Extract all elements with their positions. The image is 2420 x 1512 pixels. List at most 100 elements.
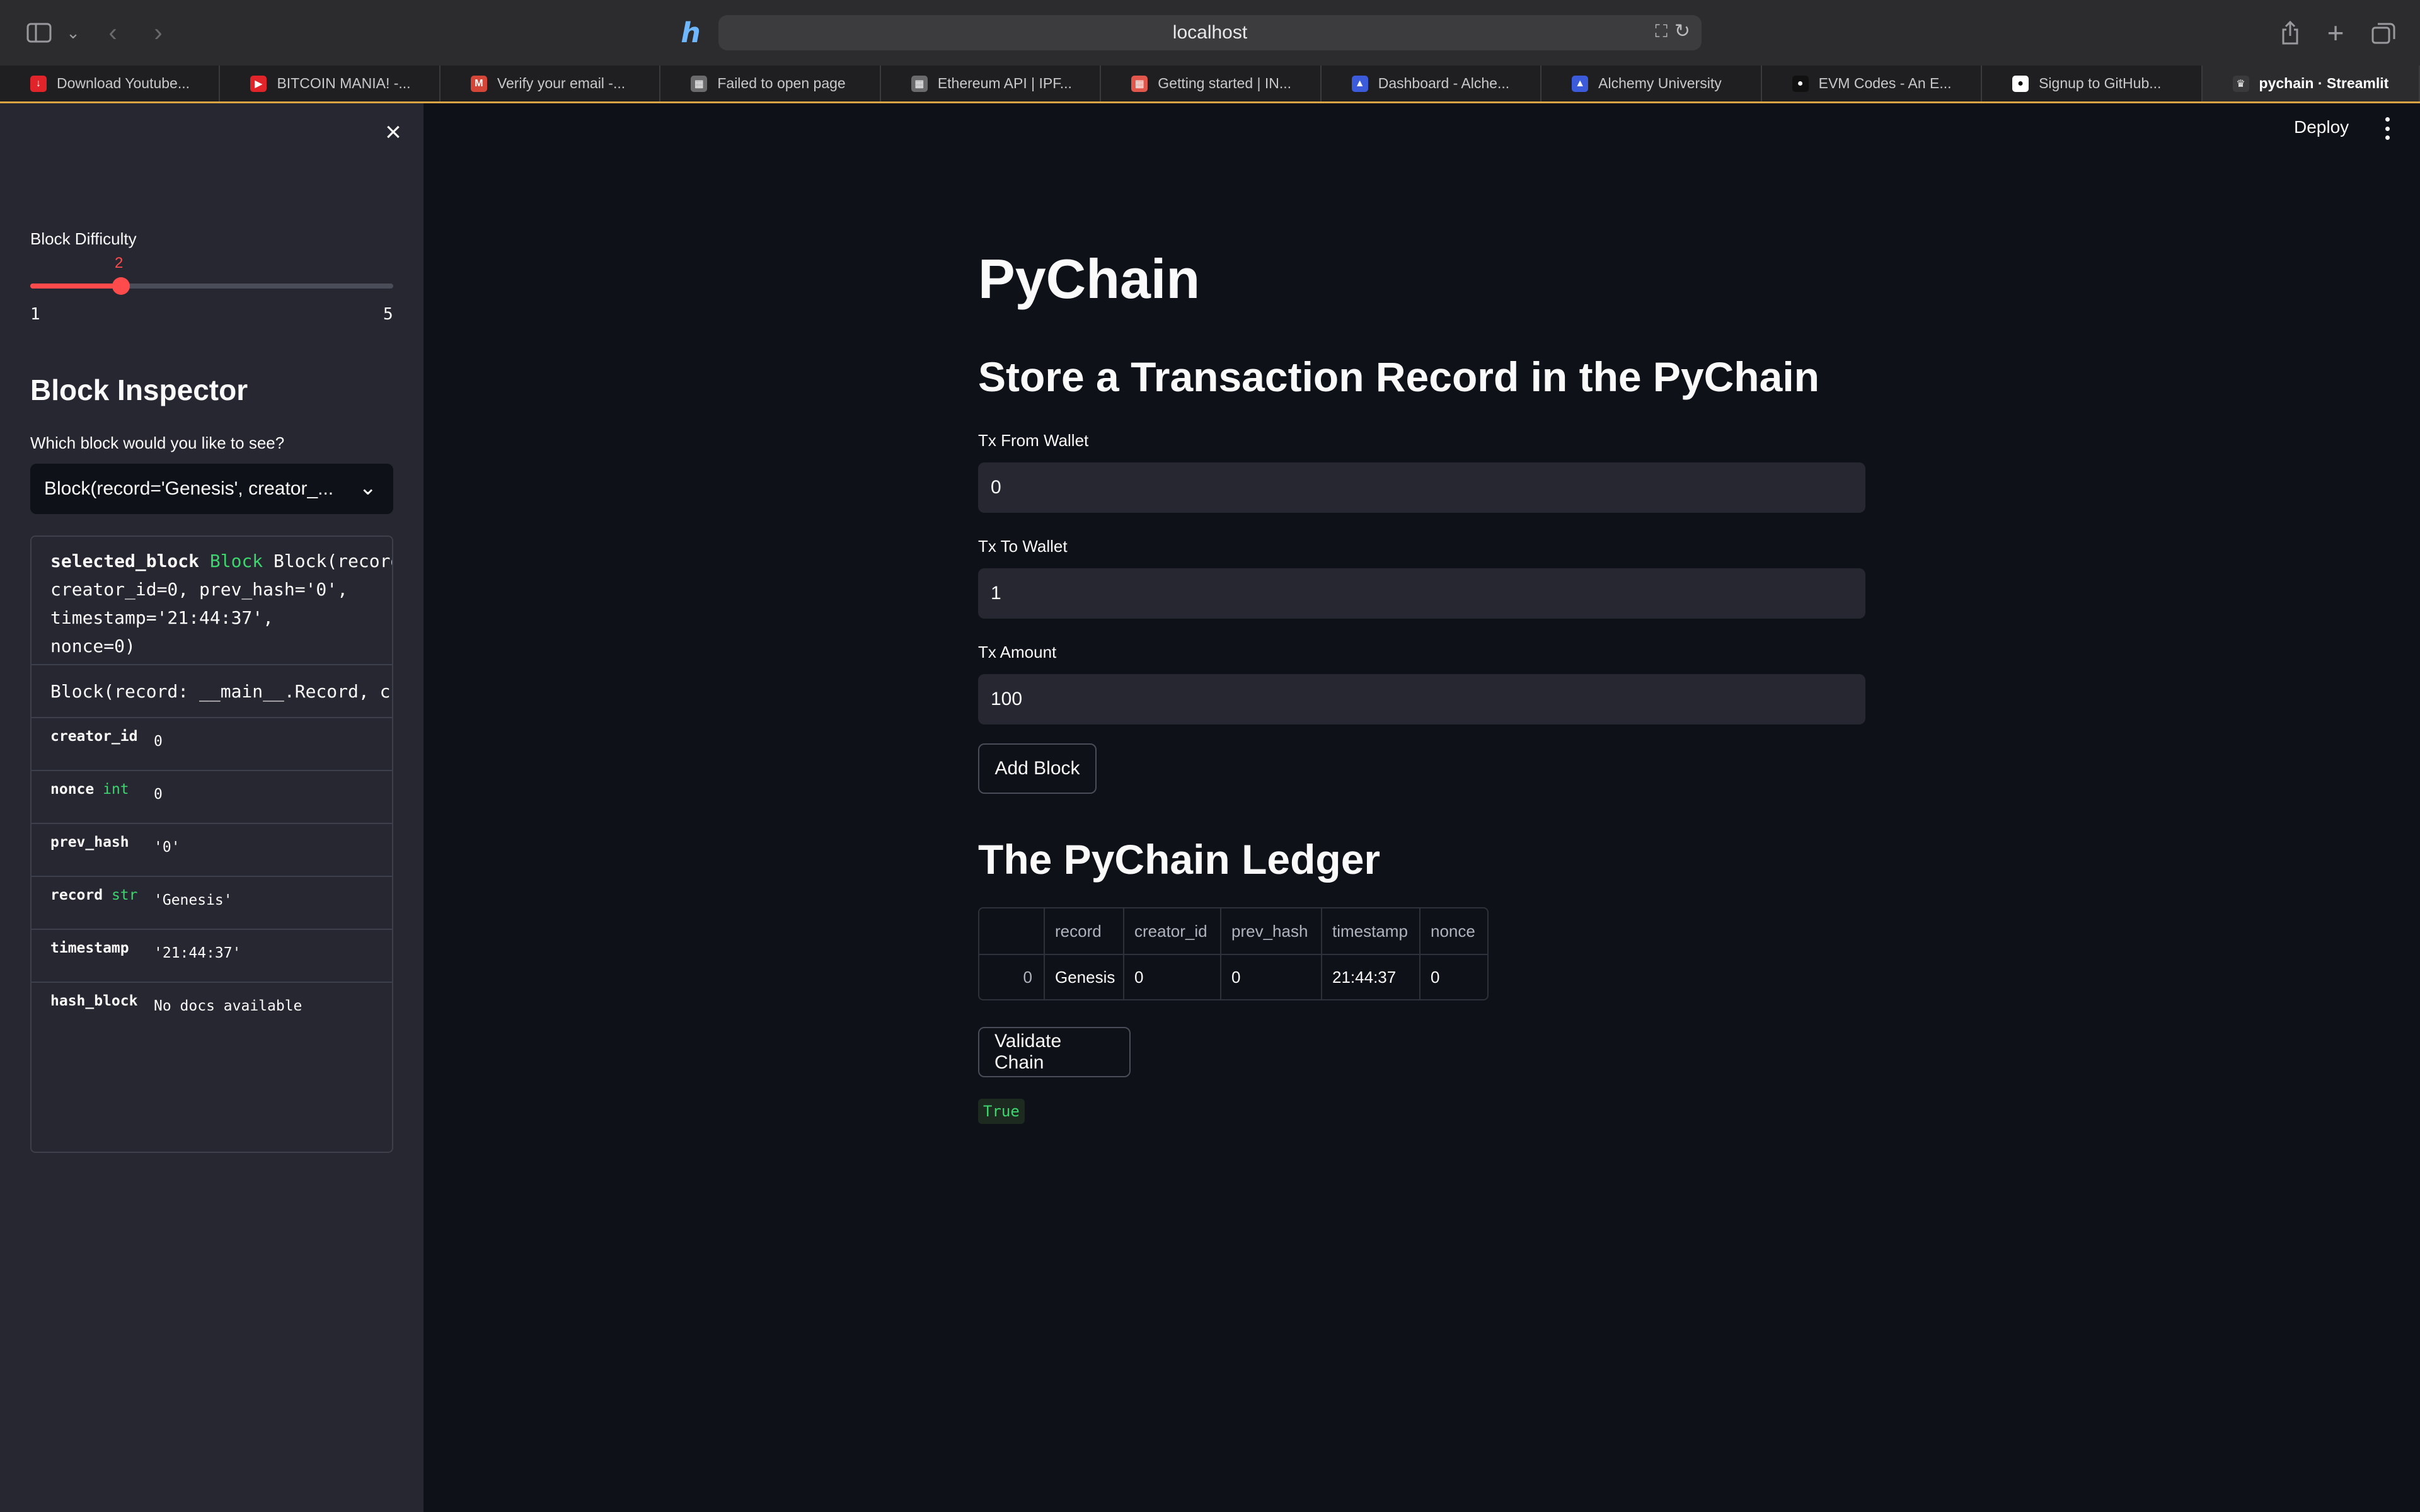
tab-title: Download Youtube... [57, 75, 190, 91]
tab-title: Alchemy University [1598, 75, 1722, 91]
validate-chain-button[interactable]: Validate Chain [978, 1027, 1131, 1077]
attribute-row: creator_id 0 [32, 718, 392, 771]
table-header-row: record creator_id prev_hash timestamp nonce [979, 908, 1487, 954]
browser-tab[interactable]: M Verify your email -... [441, 66, 661, 101]
tab-title: Getting started | IN... [1158, 75, 1292, 91]
browser-tab[interactable]: ● Signup to GitHub... [1982, 66, 2203, 101]
attribute-row: record str 'Genesis' [32, 877, 392, 930]
browser-tab[interactable]: ▲ Alchemy University [1541, 66, 1762, 101]
browser-toolbar: ⌄ ‹ › ℎ localhost ⛶ ↻ + [0, 0, 2420, 66]
table-cell: Genesis [1045, 955, 1124, 999]
attribute-row: nonce int 0 [32, 771, 392, 824]
attribute-row: prev_hash '0' [32, 824, 392, 877]
favicon-icon: ♛ [2232, 76, 2249, 92]
attribute-key: creator_id [32, 718, 141, 770]
back-icon[interactable]: ‹ [103, 18, 122, 48]
ledger-table: record creator_id prev_hash timestamp nonce 0… [978, 907, 1489, 1000]
attribute-value: No docs available [154, 998, 302, 1014]
to-wallet-input[interactable]: 1 [978, 568, 1865, 619]
tab-bar: ↓ Download Youtube... ▶ BITCOIN MANIA! -...… [0, 66, 2420, 103]
table-cell: 0 [1221, 955, 1322, 999]
extension-icon[interactable]: ℎ [676, 18, 706, 49]
attribute-key: record str [32, 877, 141, 929]
sidebar-toggle-icon[interactable] [25, 18, 53, 48]
deploy-button[interactable]: Deploy [2294, 117, 2349, 137]
forward-icon[interactable]: › [149, 18, 168, 48]
reload-icon[interactable]: ↻ [1674, 20, 1690, 42]
ledger-heading: The PyChain Ledger [978, 836, 1381, 883]
sidebar: × Block Difficulty 2 1 5 Block Inspector… [0, 103, 424, 1512]
favicon-icon: ● [1792, 76, 1809, 92]
tab-title: Dashboard - Alche... [1378, 75, 1510, 91]
column-header[interactable]: nonce [1420, 908, 1487, 954]
slider-max: 5 [383, 305, 393, 324]
browser-tab[interactable]: ▦ Getting started | IN... [1101, 66, 1322, 101]
attribute-name: record [50, 887, 103, 903]
favicon-icon: M [470, 76, 487, 92]
tab-title: Ethereum API | IPF... [937, 75, 1072, 91]
share-icon[interactable] [2278, 18, 2303, 48]
attribute-name: prev_hash [50, 834, 129, 850]
attribute-list: creator_id 0 nonce int 0 prev_hash '0' record … [32, 718, 392, 1036]
browser-tab[interactable]: ♛ pychain · Streamlit [2202, 66, 2420, 101]
column-header[interactable]: prev_hash [1221, 908, 1322, 954]
attribute-value: '21:44:37' [154, 945, 241, 961]
translate-icon[interactable]: ⛶ [1655, 21, 1668, 42]
url-text: localhost [1172, 22, 1248, 43]
column-header[interactable]: creator_id [1124, 908, 1221, 954]
attribute-key: nonce int [32, 771, 141, 823]
tab-overview-icon[interactable] [2370, 18, 2397, 48]
sig-line: creator_id=0, prev_hash='0', [50, 579, 349, 600]
favicon-icon: ▦ [691, 76, 708, 92]
browser-tab[interactable]: ▶ BITCOIN MANIA! -... [220, 66, 441, 101]
sig-name: selected_block [50, 551, 200, 571]
difficulty-label: Block Difficulty [30, 229, 137, 248]
slider-thumb[interactable] [112, 277, 130, 295]
favicon-icon: ↓ [30, 76, 47, 92]
main-menu-icon[interactable] [2383, 117, 2391, 140]
tab-title: Verify your email -... [497, 75, 626, 91]
tab-title: EVM Codes - An E... [1818, 75, 1952, 91]
favicon-icon: ● [2012, 76, 2029, 92]
attribute-value: 0 [154, 733, 163, 750]
column-header[interactable] [979, 908, 1045, 954]
column-header[interactable]: timestamp [1322, 908, 1420, 954]
store-heading: Store a Transaction Record in the PyChai… [978, 353, 1819, 400]
favicon-icon: ▲ [1351, 76, 1368, 92]
add-block-button[interactable]: Add Block [978, 743, 1097, 794]
attribute-key: hash_block [32, 983, 141, 1036]
attribute-key: prev_hash [32, 824, 141, 876]
sig-rest: Block(record [274, 551, 392, 571]
block-select[interactable]: Block(record='Genesis', creator_... ⌄ [30, 464, 393, 514]
slider-value: 2 [115, 255, 124, 272]
column-header[interactable]: record [1045, 908, 1124, 954]
browser-tab[interactable]: ▦ Failed to open page [660, 66, 881, 101]
browser-tab[interactable]: ▦ Ethereum API | IPF... [881, 66, 1102, 101]
browser-tab[interactable]: ▲ Dashboard - Alche... [1322, 66, 1542, 101]
tab-title: BITCOIN MANIA! -... [277, 75, 411, 91]
browser-tab[interactable]: ↓ Download Youtube... [0, 66, 221, 101]
attribute-value: '0' [154, 839, 180, 856]
slider-min: 1 [30, 305, 40, 324]
address-bar[interactable]: localhost ⛶ ↻ [718, 15, 1702, 50]
attribute-name: hash_block [50, 993, 138, 1009]
close-sidebar-icon[interactable]: × [381, 118, 406, 146]
slider-fill [30, 284, 121, 289]
new-tab-icon[interactable]: + [2323, 16, 2348, 49]
row-index: 0 [979, 955, 1045, 999]
select-value: Block(record='Genesis', creator_... [44, 478, 334, 499]
table-row: 0 Genesis 0 0 21:44:37 0 [979, 954, 1487, 999]
from-wallet-input[interactable]: 0 [978, 462, 1865, 513]
table-cell: 0 [1124, 955, 1221, 999]
to-wallet-label: Tx To Wallet [978, 537, 1068, 556]
browser-tab[interactable]: ● EVM Codes - An E... [1762, 66, 1983, 101]
table-cell: 21:44:37 [1322, 955, 1420, 999]
chevron-down-icon[interactable]: ⌄ [66, 18, 81, 48]
sig-type: Block [209, 551, 263, 571]
difficulty-slider[interactable] [30, 277, 393, 295]
amount-label: Tx Amount [978, 643, 1057, 662]
attribute-value: 0 [154, 786, 163, 803]
attribute-row: timestamp '21:44:37' [32, 930, 392, 983]
from-wallet-label: Tx From Wallet [978, 431, 1089, 450]
amount-input[interactable]: 100 [978, 674, 1865, 724]
